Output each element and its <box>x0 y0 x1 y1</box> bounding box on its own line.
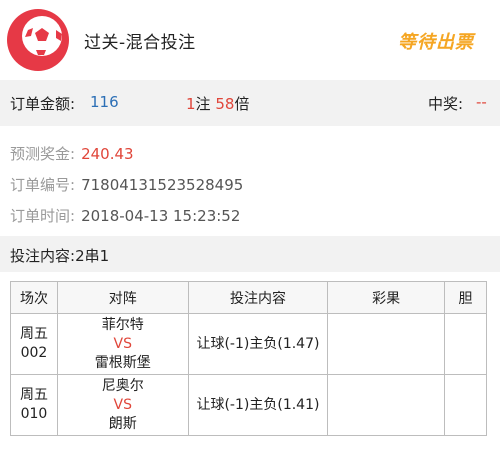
predicted-prize-row: 预测奖金: 240.43 <box>10 143 134 164</box>
column-header-round: 场次 <box>10 281 58 314</box>
match-table: 场次 对阵 投注内容 彩果 胆 周五 002 菲尔特 VS 雷根斯堡 让球(-1)主负… <box>10 281 487 436</box>
status-stamp: 等待出票 <box>398 24 494 64</box>
match-result <box>327 374 446 436</box>
status-stamp-text: 等待出票 <box>398 32 474 53</box>
column-header-result: 彩果 <box>327 281 446 314</box>
match-result <box>327 313 446 375</box>
bet-content-value: 2串1 <box>75 247 110 265</box>
match-teams: 菲尔特 VS 雷根斯堡 <box>56 313 189 375</box>
table-row: 周五 002 菲尔特 VS 雷根斯堡 让球(-1)主负(1.47) <box>10 313 487 375</box>
order-number-label: 订单编号: <box>10 176 76 194</box>
prize-label: 中奖: <box>428 95 464 113</box>
header: 过关-混合投注 等待出票 <box>0 0 500 80</box>
match-teams: 尼奥尔 VS 朗斯 <box>56 374 189 436</box>
multiplier-value: 58 <box>215 95 235 113</box>
match-day: 周五 <box>19 387 48 403</box>
home-team: 菲尔特 <box>101 316 144 333</box>
vs-label: VS <box>113 396 132 413</box>
match-number: 002 <box>20 345 48 361</box>
multiplier-unit: 倍 <box>234 95 250 113</box>
banker-mark <box>444 313 487 375</box>
order-number-row: 订单编号: 71804131523528495 <box>10 174 243 195</box>
match-number: 010 <box>20 406 48 422</box>
predicted-prize-value: 240.43 <box>81 145 134 163</box>
match-round: 周五 002 <box>10 313 58 375</box>
order-number-value: 71804131523528495 <box>81 176 244 194</box>
column-header-banker: 胆 <box>444 281 487 314</box>
bet-content-label: 投注内容: <box>10 247 76 265</box>
predicted-prize-label: 预测奖金: <box>10 145 76 163</box>
bet-selection: 让球(-1)主负(1.41) <box>187 374 329 436</box>
table-row: 周五 010 尼奥尔 VS 朗斯 让球(-1)主负(1.41) <box>10 374 487 436</box>
away-team: 雷根斯堡 <box>94 354 151 371</box>
order-summary-bar: 订单金额: 116 1注 58倍 中奖: -- <box>0 80 500 126</box>
bet-content: 投注内容:2串1 <box>10 245 109 266</box>
home-team: 尼奥尔 <box>101 377 144 394</box>
away-team: 朗斯 <box>108 415 137 432</box>
order-time-label: 订单时间: <box>10 207 76 225</box>
soccer-ball-icon <box>7 9 69 71</box>
table-header-row: 场次 对阵 投注内容 彩果 胆 <box>10 281 487 314</box>
prize-value: -- <box>476 93 487 111</box>
bets-unit: 注 <box>195 95 211 113</box>
banker-mark <box>444 374 487 436</box>
bet-multiplier: 1注 58倍 <box>186 93 249 114</box>
order-amount-label: 订单金额: <box>10 95 76 113</box>
vs-label: VS <box>113 335 132 352</box>
bet-selection: 让球(-1)主负(1.47) <box>187 313 329 375</box>
bets-count: 1 <box>186 95 196 113</box>
match-day: 周五 <box>19 326 48 342</box>
column-header-bet: 投注内容 <box>187 281 329 314</box>
order-amount-value: 116 <box>90 93 119 111</box>
match-round: 周五 010 <box>10 374 58 436</box>
column-header-match: 对阵 <box>56 281 189 314</box>
page-title: 过关-混合投注 <box>84 33 196 53</box>
order-time-row: 订单时间: 2018-04-13 15:23:52 <box>10 205 240 226</box>
order-time-value: 2018-04-13 15:23:52 <box>81 207 241 225</box>
bet-content-bar: 投注内容:2串1 <box>0 236 500 272</box>
